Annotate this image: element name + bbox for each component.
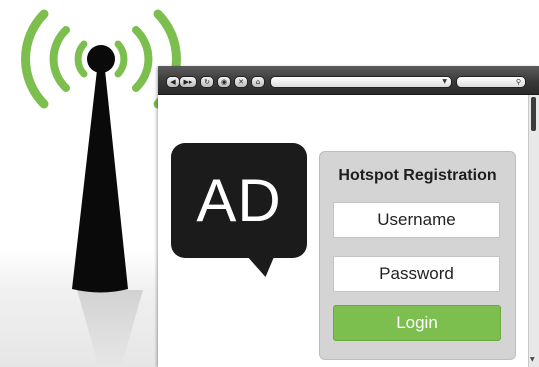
login-button[interactable]: Login <box>333 305 501 341</box>
wifi-wave-right-middle <box>132 26 153 92</box>
scroll-down-icon[interactable]: ▼ <box>530 356 535 363</box>
address-dropdown-icon[interactable]: ▼ <box>442 77 447 87</box>
password-field[interactable]: Password <box>333 256 500 292</box>
stop-icon[interactable]: ◉ <box>217 76 231 88</box>
illustration: ◀ ▶▸ ↻ ◉ ✕ ⌂ ▼ ⚲ AD Hotspot Registration… <box>0 0 539 367</box>
vertical-scrollbar[interactable]: ▼ <box>528 95 539 367</box>
tower-top <box>87 45 115 73</box>
username-field[interactable]: Username <box>333 202 500 238</box>
wifi-wave-right-inner <box>114 40 128 78</box>
page-content: AD Hotspot Registration Username Passwor… <box>158 95 528 367</box>
tower-body <box>72 70 128 293</box>
ad-text: AD <box>196 167 282 234</box>
forward-icon[interactable]: ▶▸ <box>179 76 197 88</box>
wifi-wave-left-middle <box>49 26 70 92</box>
browser-toolbar: ◀ ▶▸ ↻ ◉ ✕ ⌂ ▼ ⚲ <box>158 66 539 95</box>
registration-panel: Hotspot Registration Username Password L… <box>319 151 516 360</box>
search-input[interactable]: ⚲ <box>456 76 526 88</box>
search-icon[interactable]: ⚲ <box>516 77 521 87</box>
browser-window: ◀ ▶▸ ↻ ◉ ✕ ⌂ ▼ ⚲ AD Hotspot Registration… <box>158 66 539 367</box>
registration-title: Hotspot Registration <box>338 167 497 184</box>
home-icon[interactable]: ⌂ <box>251 76 265 88</box>
wifi-wave-left-outer <box>21 9 49 109</box>
address-bar[interactable]: ▼ <box>270 76 452 88</box>
scroll-thumb[interactable] <box>531 97 536 131</box>
back-icon[interactable]: ◀ <box>166 76 180 88</box>
wifi-wave-left-inner <box>74 40 88 78</box>
close-icon[interactable]: ✕ <box>234 76 248 88</box>
ad-banner[interactable]: AD <box>171 143 307 258</box>
reload-icon[interactable]: ↻ <box>200 76 214 88</box>
